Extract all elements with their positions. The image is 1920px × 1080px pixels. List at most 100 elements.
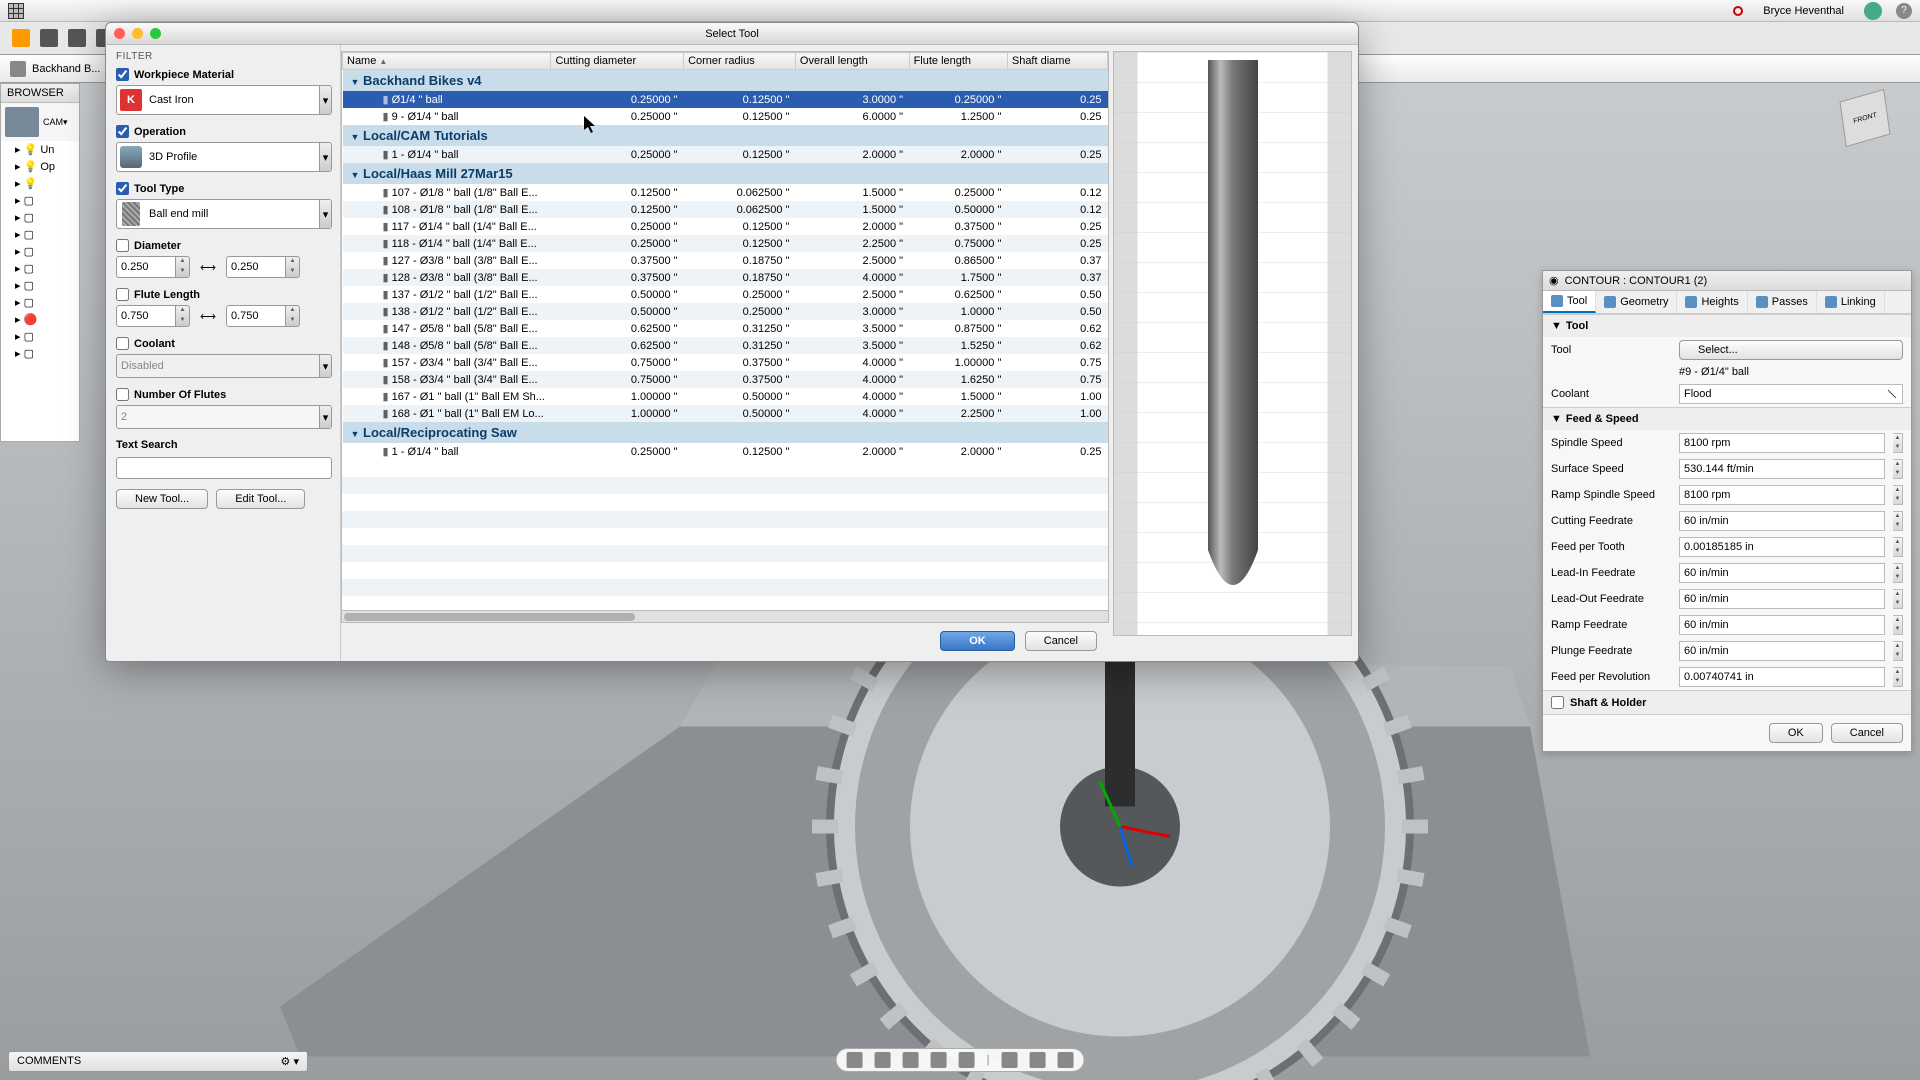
col-header[interactable]: Name ▲ bbox=[343, 53, 551, 70]
tool-row[interactable]: ▮ 9 - Ø1/4 " ball0.25000 "0.12500 "6.000… bbox=[343, 108, 1108, 125]
col-header[interactable]: Cutting diameter bbox=[551, 53, 684, 70]
view-cube[interactable]: FRONT bbox=[1830, 83, 1900, 153]
operation-checkbox[interactable] bbox=[116, 125, 129, 138]
feed-input[interactable] bbox=[1679, 563, 1885, 583]
tab-heights[interactable]: Heights bbox=[1677, 291, 1747, 313]
feed-input[interactable] bbox=[1679, 615, 1885, 635]
chevron-down-icon[interactable]: ▾ bbox=[319, 355, 331, 377]
workpiece-select[interactable]: K Cast Iron ▾ bbox=[116, 85, 332, 115]
zoom-icon[interactable] bbox=[150, 28, 161, 39]
spinner[interactable]: ▲▼ bbox=[1893, 641, 1903, 661]
feed-input[interactable] bbox=[1679, 667, 1885, 687]
display-icon[interactable] bbox=[1001, 1052, 1017, 1068]
dialog-ok-button[interactable]: OK bbox=[940, 631, 1015, 651]
profile-icon[interactable] bbox=[1864, 2, 1882, 20]
tool-row[interactable]: ▮ 167 - Ø1 " ball (1" Ball EM Sh...1.000… bbox=[343, 388, 1108, 405]
viewports-icon[interactable] bbox=[1057, 1052, 1073, 1068]
tool-row[interactable]: ▮ 117 - Ø1/4 " ball (1/4" Ball E...0.250… bbox=[343, 218, 1108, 235]
flutelen-min-input[interactable]: ▲▼ bbox=[116, 305, 190, 327]
close-icon[interactable] bbox=[114, 28, 125, 39]
library-header[interactable]: ▼ Local/Reciprocating Saw bbox=[343, 422, 1108, 443]
tool-table[interactable]: Name ▲Cutting diameterCorner radiusOvera… bbox=[341, 51, 1109, 623]
feed-input[interactable] bbox=[1679, 433, 1885, 453]
coolant-checkbox[interactable] bbox=[116, 337, 129, 350]
spinner[interactable]: ▲▼ bbox=[1893, 459, 1903, 479]
lookat-icon[interactable] bbox=[875, 1052, 891, 1068]
library-header[interactable]: ▼ Local/Haas Mill 27Mar15 bbox=[343, 163, 1108, 184]
tab-passes[interactable]: Passes bbox=[1748, 291, 1817, 313]
nav-toolbar[interactable]: | bbox=[836, 1048, 1085, 1072]
coolant-select[interactable]: Disabled ▾ bbox=[116, 354, 332, 378]
h-scrollbar[interactable] bbox=[342, 610, 1108, 622]
tool-row[interactable]: ▮ 128 - Ø3/8 " ball (3/8" Ball E...0.375… bbox=[343, 269, 1108, 286]
tool-row[interactable]: ▮ Ø1/4 " ball0.25000 "0.12500 "3.0000 "0… bbox=[343, 91, 1108, 108]
coolant-select[interactable]: Flood bbox=[1679, 384, 1903, 404]
section-feed[interactable]: ▼Feed & Speed bbox=[1543, 407, 1911, 430]
tool-row[interactable]: ▮ 137 - Ø1/2 " ball (1/2" Ball E...0.500… bbox=[343, 286, 1108, 303]
help-icon[interactable]: ? bbox=[1896, 3, 1912, 19]
diameter-max-input[interactable]: ▲▼ bbox=[226, 256, 300, 278]
tool-row[interactable]: ▮ 118 - Ø1/4 " ball (1/4" Ball E...0.250… bbox=[343, 235, 1108, 252]
flutelen-checkbox[interactable] bbox=[116, 288, 129, 301]
spinner[interactable]: ▲▼ bbox=[1893, 433, 1903, 453]
zoom-icon[interactable] bbox=[931, 1052, 947, 1068]
file-new-icon[interactable] bbox=[40, 29, 58, 47]
tool-row[interactable]: ▮ 1 - Ø1/4 " ball0.25000 "0.12500 "2.000… bbox=[343, 443, 1108, 460]
search-input[interactable] bbox=[116, 457, 332, 479]
col-header[interactable]: Overall length bbox=[795, 53, 909, 70]
col-header[interactable]: Shaft diame bbox=[1007, 53, 1107, 70]
chevron-down-icon[interactable]: ▾ bbox=[319, 406, 331, 428]
minimize-icon[interactable] bbox=[132, 28, 143, 39]
flutelen-max-input[interactable]: ▲▼ bbox=[226, 305, 300, 327]
tool-select-button[interactable]: Select... bbox=[1679, 340, 1903, 360]
spinner[interactable]: ▲▼ bbox=[1893, 615, 1903, 635]
record-icon[interactable] bbox=[1733, 6, 1743, 16]
user-name[interactable]: Bryce Heventhal bbox=[1763, 5, 1844, 17]
edit-tool-button[interactable]: Edit Tool... bbox=[216, 489, 305, 509]
diameter-checkbox[interactable] bbox=[116, 239, 129, 252]
col-header[interactable]: Corner radius bbox=[684, 53, 796, 70]
diameter-min-input[interactable]: ▲▼ bbox=[116, 256, 190, 278]
feed-input[interactable] bbox=[1679, 485, 1885, 505]
prop-tabs[interactable]: Tool Geometry Heights Passes Linking bbox=[1543, 291, 1911, 314]
tab-geometry[interactable]: Geometry bbox=[1596, 291, 1677, 313]
prop-ok-button[interactable]: OK bbox=[1769, 723, 1823, 743]
spinner[interactable]: ▲▼ bbox=[1893, 537, 1903, 557]
dialog-cancel-button[interactable]: Cancel bbox=[1025, 631, 1097, 651]
chevron-down-icon[interactable]: ▾ bbox=[319, 143, 331, 171]
prop-cancel-button[interactable]: Cancel bbox=[1831, 723, 1903, 743]
flutes-checkbox[interactable] bbox=[116, 388, 129, 401]
feed-input[interactable] bbox=[1679, 641, 1885, 661]
feed-input[interactable] bbox=[1679, 589, 1885, 609]
fit-icon[interactable] bbox=[959, 1052, 975, 1068]
library-header[interactable]: ▼ Backhand Bikes v4 bbox=[343, 70, 1108, 92]
operation-select[interactable]: 3D Profile ▾ bbox=[116, 142, 332, 172]
workpiece-checkbox[interactable] bbox=[116, 68, 129, 81]
tool-row[interactable]: ▮ 1 - Ø1/4 " ball0.25000 "0.12500 "2.000… bbox=[343, 146, 1108, 163]
section-tool[interactable]: ▼Tool bbox=[1543, 314, 1911, 337]
spinner[interactable]: ▲▼ bbox=[1893, 589, 1903, 609]
window-controls[interactable] bbox=[114, 28, 161, 39]
section-shaft[interactable]: Shaft & Holder bbox=[1543, 690, 1911, 714]
tool-row[interactable]: ▮ 157 - Ø3/4 " ball (3/4" Ball E...0.750… bbox=[343, 354, 1108, 371]
tab-tool[interactable]: Tool bbox=[1543, 291, 1596, 313]
tool-row[interactable]: ▮ 108 - Ø1/8 " ball (1/8" Ball E...0.125… bbox=[343, 201, 1108, 218]
feed-input[interactable] bbox=[1679, 537, 1885, 557]
workspace-icon[interactable] bbox=[5, 107, 39, 137]
shaft-checkbox[interactable] bbox=[1551, 696, 1564, 709]
library-header[interactable]: ▼ Local/CAM Tutorials bbox=[343, 125, 1108, 146]
pan-icon[interactable] bbox=[903, 1052, 919, 1068]
spinner[interactable]: ▲▼ bbox=[1893, 563, 1903, 583]
orbit-icon[interactable] bbox=[847, 1052, 863, 1068]
tool-row[interactable]: ▮ 107 - Ø1/8 " ball (1/8" Ball E...0.125… bbox=[343, 184, 1108, 201]
browser-panel[interactable]: BROWSER CAM▾ ▸ 💡 Un ▸ 💡 Op ▸ 💡 ▸ ▢ ▸ ▢ ▸… bbox=[0, 83, 80, 442]
col-header[interactable]: Flute length bbox=[909, 53, 1007, 70]
tool-row[interactable]: ▮ 158 - Ø3/4 " ball (3/4" Ball E...0.750… bbox=[343, 371, 1108, 388]
grid-icon[interactable] bbox=[1029, 1052, 1045, 1068]
workspace-label[interactable]: CAM▾ bbox=[43, 117, 68, 128]
fusion-logo-icon[interactable] bbox=[12, 29, 30, 47]
tool-row[interactable]: ▮ 147 - Ø5/8 " ball (5/8" Ball E...0.625… bbox=[343, 320, 1108, 337]
chevron-down-icon[interactable]: ▾ bbox=[319, 200, 331, 228]
tooltype-checkbox[interactable] bbox=[116, 182, 129, 195]
tool-row[interactable]: ▮ 168 - Ø1 " ball (1" Ball EM Lo...1.000… bbox=[343, 405, 1108, 422]
